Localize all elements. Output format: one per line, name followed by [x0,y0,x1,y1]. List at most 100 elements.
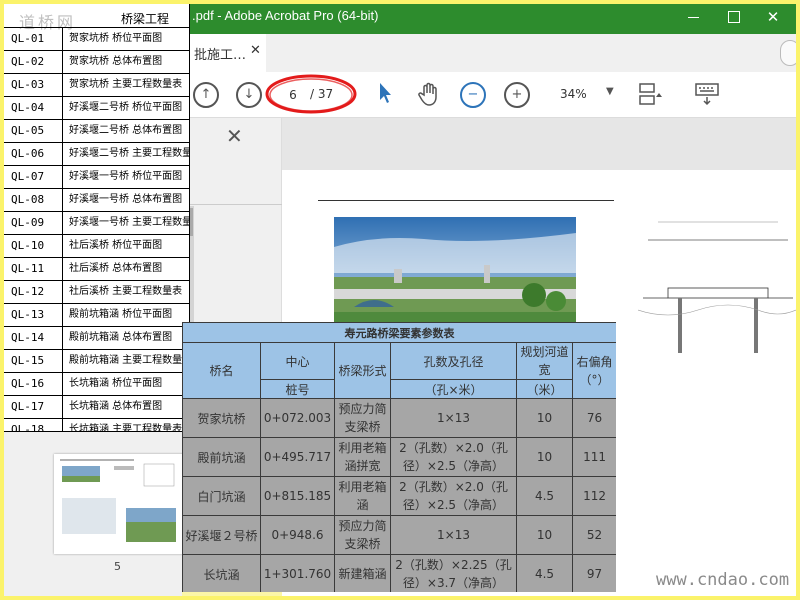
page-thumbnail[interactable] [54,454,184,554]
index-row-title: 长坑箱涵 桥位平面图 [69,378,163,389]
index-row-code: QL-06 [1,143,63,165]
pointer-icon[interactable] [372,82,398,108]
index-row-title: 好溪堰二号桥 主要工程数量表 [69,148,190,159]
index-row-title: 长坑箱涵 总体布置图 [69,401,163,412]
tab-scroll-button[interactable] [780,40,800,66]
index-row-code: QL-09 [1,212,63,234]
index-row-title: 好溪堰一号桥 桥位平面图 [69,171,183,182]
zoom-out-icon[interactable]: − [460,82,486,108]
index-row-code: QL-12 [1,281,63,303]
row-spans: 1×13 [390,515,517,555]
index-row: QL-01 贺家坑桥 桥位平面图 [1,27,189,50]
panel-close-button[interactable]: ✕ [226,124,243,148]
index-row-title: 贺家坑桥 主要工程数量表 [69,79,183,90]
row-structure: 预应力简支梁桥 [334,398,391,438]
row-spans: 2（孔数）×2.0（孔径）×2.5（净高） [390,437,517,477]
page-total: / 37 [310,87,334,101]
index-row-title: 殿前坑箱涵 主要工程数量表 [69,355,190,366]
row-station: 0+815.185 [260,476,335,516]
index-row-title: 社后溪桥 主要工程数量表 [69,286,183,297]
header-river-width: 规划河道宽 [516,342,573,380]
index-row-code: QL-07 [1,166,63,188]
index-row-title: 好溪堰一号桥 总体布置图 [69,194,183,205]
zoom-in-icon[interactable]: + [504,82,530,108]
index-row-title: 贺家坑桥 桥位平面图 [69,33,163,44]
keyboard-icon[interactable] [694,82,720,108]
header-river-unit: （米） [516,379,573,399]
index-row: QL-10 社后溪桥 桥位平面图 [1,234,189,257]
row-skew: 76 [571,398,616,438]
index-row-title: 好溪堰二号桥 桥位平面图 [69,102,183,113]
close-window-button[interactable]: ✕ [760,4,786,30]
row-structure: 新建箱涵 [334,554,391,592]
page-navigator: / 37 [274,82,348,108]
page-number-input[interactable] [280,82,306,108]
row-name: 白门坑涵 [182,476,261,516]
index-row-code: QL-15 [1,350,63,372]
index-row-code: QL-01 [1,28,63,50]
header-spans: 孔数及孔径 [390,342,517,380]
index-row: QL-09 好溪堰一号桥 主要工程数量表 [1,211,190,234]
table-row: 贺家坑桥 0+072.003 预应力简支梁桥 1×13 10 76 [182,398,616,438]
row-structure: 利用老箱涵拼宽 [334,437,391,477]
row-skew: 112 [571,476,616,516]
header-center: 中心 [260,342,335,380]
index-row-title: 殿前坑箱涵 总体布置图 [69,332,173,343]
index-row-code: QL-03 [1,74,63,96]
document-tab-label: 批施工… [194,48,247,63]
hand-icon[interactable] [416,82,442,108]
index-row: QL-04 好溪堰二号桥 桥位平面图 [1,96,189,119]
document-tab[interactable]: 批施工… ✕ [186,34,266,72]
index-row-title: 贺家坑桥 总体布置图 [69,56,163,67]
index-row: QL-02 贺家坑桥 总体布置图 [1,50,189,73]
index-row: QL-05 好溪堰二号桥 总体布置图 [1,119,189,142]
navigation-panel: ✕ [186,118,282,330]
index-section-header: 桥梁工程 [121,12,170,26]
index-row: QL-14 殿前坑箱涵 总体布置图 [1,326,189,349]
document-viewport[interactable] [282,118,800,600]
index-row: QL-17 长坑箱涵 总体布置图 [1,395,189,418]
index-row: QL-08 好溪堰一号桥 总体布置图 [1,188,189,211]
thumbnail-panel: 5 [0,430,184,600]
parameter-table-body: 贺家坑桥 0+072.003 预应力简支梁桥 1×13 10 76 殿前坑涵 0+495.71… [182,398,616,592]
index-row: QL-11 社后溪桥 总体布置图 [1,257,189,280]
bridge-rendering-image [334,217,576,332]
row-river-width: 10 [516,437,573,477]
arrow-up-icon[interactable]: ↑ [193,82,219,108]
row-name: 殿前坑涵 [182,437,261,477]
row-spans: 1×13 [390,398,517,438]
row-river-width: 4.5 [516,554,573,592]
row-skew: 52 [571,515,616,555]
header-skew: 右偏角（°） [571,342,616,399]
index-row-code: QL-13 [1,304,63,326]
bridge-elevation-drawing [638,221,796,353]
minimize-button[interactable] [680,4,706,30]
row-structure: 利用老箱涵 [334,476,391,516]
index-row: QL-07 好溪堰一号桥 桥位平面图 [1,165,189,188]
index-row: QL-15 殿前坑箱涵 主要工程数量表 [1,349,190,372]
table-row: 好溪堰２号桥 0+948.6 预应力简支梁桥 1×13 10 52 [182,515,616,555]
drawing-index-table: 道桥网 桥梁工程 QL-01 贺家坑桥 桥位平面图 QL-02 贺家坑桥 总体布置图 Q… [0,0,190,432]
zoom-dropdown[interactable]: 34% ▼ [550,84,620,108]
index-row-title: 殿前坑箱涵 桥位平面图 [69,309,173,320]
index-row: QL-16 长坑箱涵 桥位平面图 [1,372,189,395]
row-station: 0+495.717 [260,437,335,477]
index-row-title: 好溪堰一号桥 主要工程数量表 [69,217,190,228]
index-row: QL-06 好溪堰二号桥 主要工程数量表 [1,142,190,165]
thumbnail-page-label: 5 [114,560,121,573]
row-name: 贺家坑桥 [182,398,261,438]
arrow-down-icon[interactable]: ↓ [236,82,262,108]
page-fit-icon[interactable] [636,82,662,108]
maximize-button[interactable] [720,4,746,30]
row-station: 0+072.003 [260,398,335,438]
header-station: 桩号 [260,379,335,399]
index-row-code: QL-10 [1,235,63,257]
index-row-title: 好溪堰二号桥 总体布置图 [69,125,183,136]
row-name: 好溪堰２号桥 [182,515,261,555]
index-row-title: 社后溪桥 桥位平面图 [69,240,163,251]
index-row: QL-03 贺家坑桥 主要工程数量表 [1,73,189,96]
index-row-title: 社后溪桥 总体布置图 [69,263,163,274]
window-title: .pdf - Adobe Acrobat Pro (64-bit) [192,8,379,23]
zoom-value: 34% [560,87,587,101]
tab-close-button[interactable]: ✕ [250,43,261,58]
